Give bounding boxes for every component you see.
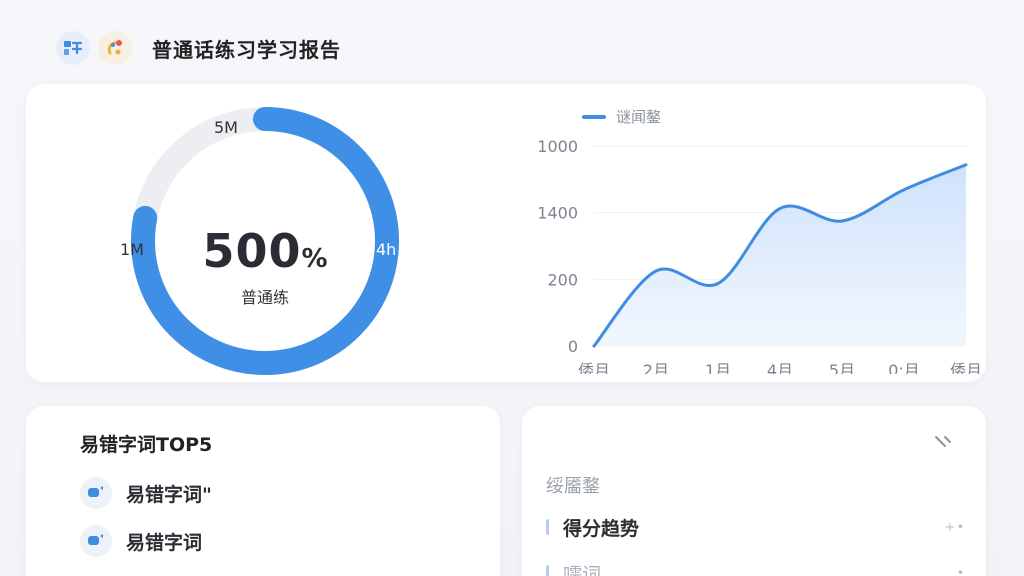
x-tick-label: 1月 <box>705 361 731 374</box>
word-bubble-icon <box>80 477 112 509</box>
page-header: 普通话练习学习报告 <box>56 30 341 66</box>
x-tick-label: 倭月 <box>578 361 610 374</box>
ring-center-readout: 500% 普通练 <box>120 224 410 308</box>
report-page: 普通话练习学习报告 5M 1M 4h 500% 普通练 谜闻鏊 1000 140… <box>0 0 1024 576</box>
x-tick-label: 倭月 <box>950 361 980 374</box>
chart-legend[interactable]: 谜闻鏊 <box>582 106 661 127</box>
row-extra: • <box>956 566 966 576</box>
row-label: 得分趋势 <box>563 517 640 540</box>
list-item-label: 易错字词 <box>126 531 203 554</box>
y-tick-label: 0 <box>568 337 578 356</box>
row-accent-bar <box>546 519 549 535</box>
progress-ring: 5M 1M 4h 500% 普通练 <box>120 106 410 376</box>
ring-subtitle: 普通练 <box>240 288 289 307</box>
summary-card: 5M 1M 4h 500% 普通练 谜闻鏊 1000 1400 200 0 倭月… <box>26 84 986 382</box>
chart-y-axis: 1000 1400 200 0 <box>537 137 578 356</box>
row-label: 嚅词 <box>563 563 602 576</box>
x-tick-label: 0:月 <box>888 361 920 374</box>
details-row-score-trend[interactable]: 得分趋势 +• <box>546 512 966 542</box>
trend-chart: 谜闻鏊 1000 1400 200 0 倭月 2月 1月 4月 5月 0:月 倭月 <box>500 94 982 380</box>
row-extra: +• <box>944 520 966 534</box>
list-item-label: 易错字词" <box>126 483 212 506</box>
list-item[interactable]: 易错字词" <box>80 476 212 510</box>
row-accent-bar <box>546 565 549 576</box>
word-bubble-icon <box>80 525 112 557</box>
chart-area-fill <box>594 164 966 346</box>
y-tick-label: 200 <box>547 270 578 289</box>
y-tick-label: 1400 <box>537 204 578 223</box>
error-words-card: 易错字词TOP5 易错字词" 易错字词 <box>26 406 500 576</box>
x-tick-label: 5月 <box>829 361 855 374</box>
details-section-label: 绥靥鍪 <box>546 476 600 497</box>
x-tick-label: 2月 <box>643 361 669 374</box>
chart-x-axis: 倭月 2月 1月 4月 5月 0:月 倭月 <box>578 361 982 380</box>
y-tick-label: 1000 <box>537 137 578 156</box>
list-item[interactable]: 易错字词 <box>80 524 202 558</box>
collapse-chevron-icon[interactable] <box>930 428 956 454</box>
details-card: 绥靥鍪 得分趋势 +• 嚅词 • <box>522 406 986 576</box>
legend-label: 谜闻鏊 <box>616 108 662 126</box>
x-tick-label: 4月 <box>767 361 793 374</box>
ring-label-top: 5M <box>214 118 238 137</box>
colorful-badge-icon[interactable] <box>98 31 132 65</box>
error-words-title: 易错字词TOP5 <box>80 434 213 456</box>
trend-chart-svg: 1000 1400 200 0 倭月 2月 1月 4月 5月 0:月 倭月 <box>537 137 982 380</box>
page-title: 普通话练习学习报告 <box>152 37 341 62</box>
app-logo-icon[interactable] <box>56 31 90 65</box>
details-row-words[interactable]: 嚅词 • <box>546 558 966 576</box>
ring-value: 500 <box>202 224 302 278</box>
legend-swatch <box>582 114 606 119</box>
ring-unit: % <box>301 244 328 274</box>
